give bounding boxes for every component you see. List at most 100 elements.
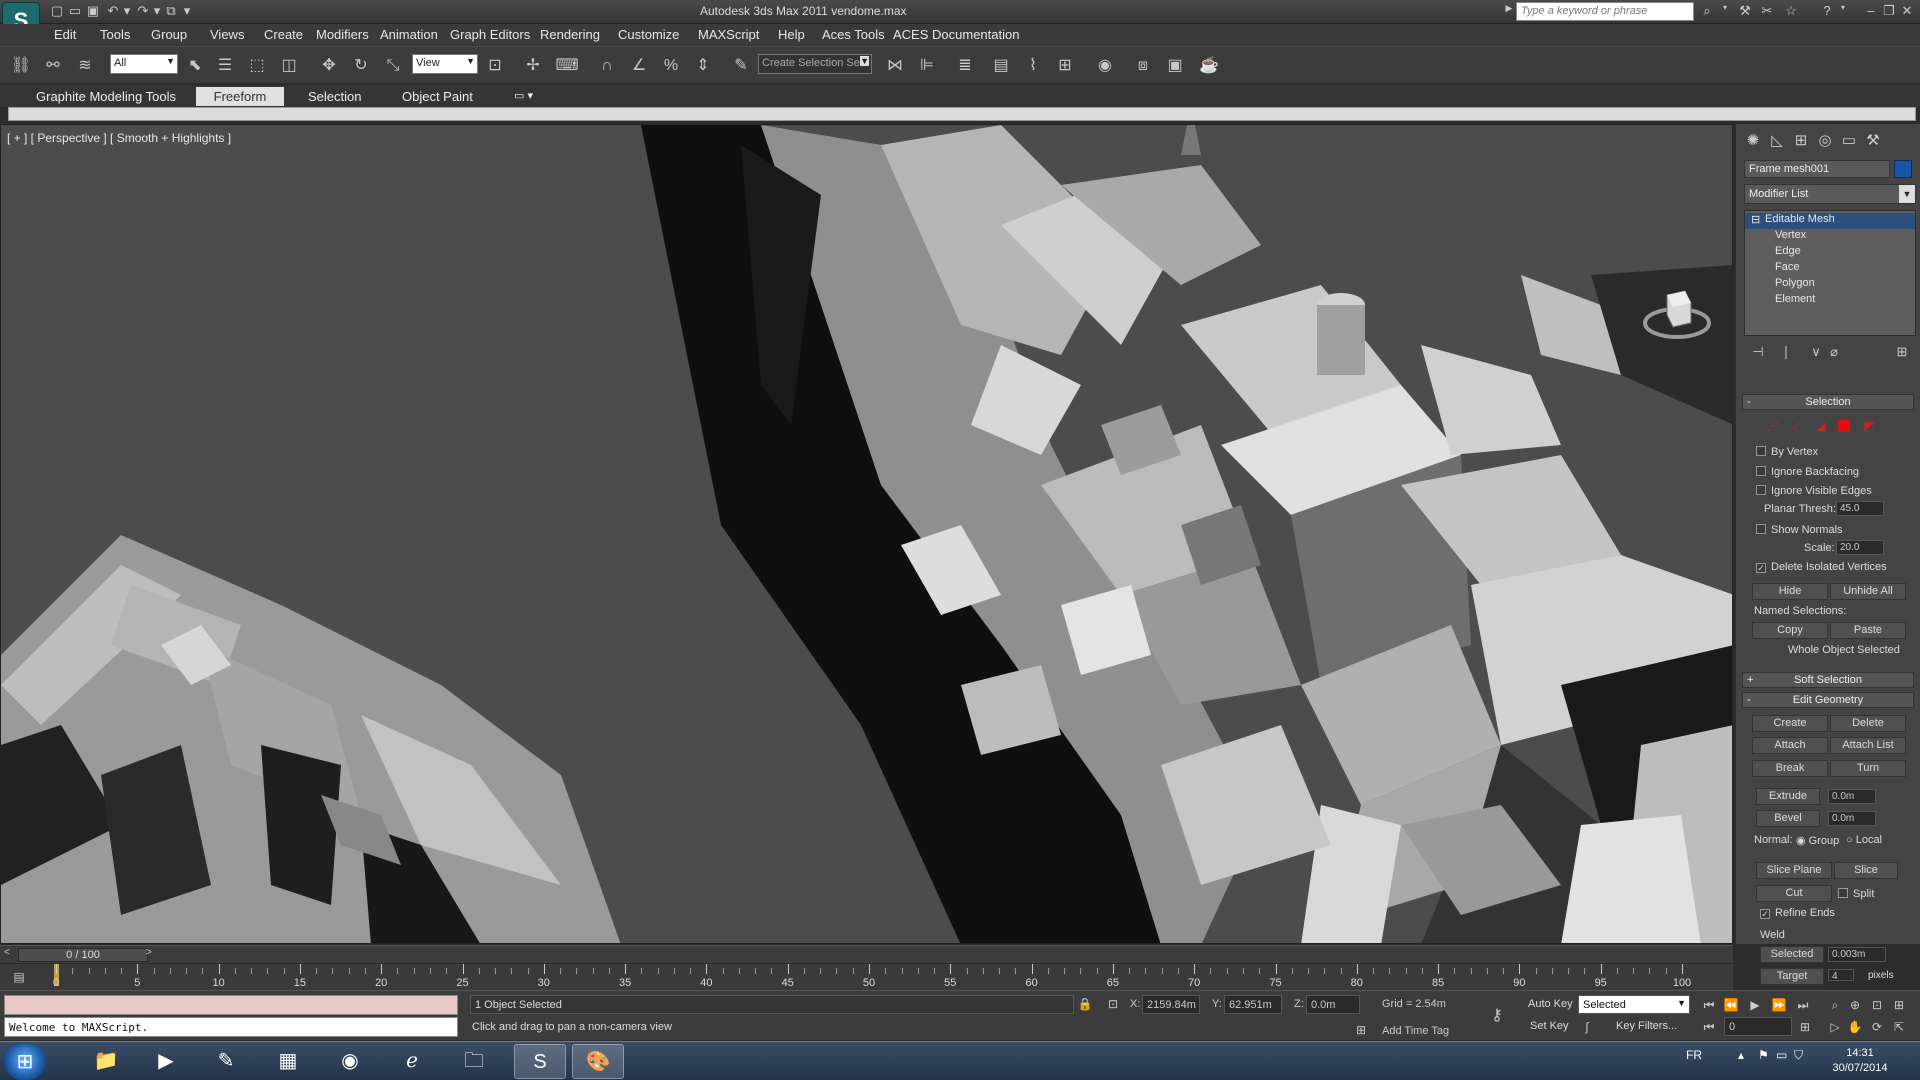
align-icon[interactable]: ⊫ [914, 53, 940, 79]
render-setup-icon[interactable]: ⧈ [1130, 53, 1156, 79]
bevel-button[interactable]: Bevel [1756, 810, 1820, 827]
current-frame-field[interactable]: 0 [1724, 1017, 1792, 1036]
bind-space-warp-icon[interactable]: ≋ [72, 53, 98, 79]
menu-tools[interactable]: Tools [100, 27, 130, 42]
taskbar-internet-explorer-icon[interactable]: ℯ [386, 1044, 438, 1079]
extrude-spinner[interactable]: 0.0m [1828, 789, 1876, 804]
attach-button[interactable]: Attach [1752, 737, 1828, 754]
new-file-icon[interactable]: ▢ [48, 3, 66, 19]
unlink-icon[interactable]: ⚯ [40, 53, 66, 79]
object-color-swatch[interactable] [1894, 160, 1912, 178]
absolute-mode-icon[interactable]: ⊡ [1104, 995, 1122, 1013]
menu-rendering[interactable]: Rendering [540, 27, 600, 42]
z-coord-field[interactable]: 0.0m [1306, 995, 1360, 1014]
maximize-viewport-icon[interactable]: ⇱ [1890, 1018, 1908, 1036]
edit-named-selection-icon[interactable]: ✎ [728, 53, 754, 79]
select-and-rotate-icon[interactable]: ↻ [348, 53, 374, 79]
tray-network-icon[interactable]: ▭ [1776, 1048, 1787, 1062]
menu-graph-editors[interactable]: Graph Editors [450, 27, 530, 42]
hierarchy-tab-icon[interactable]: ⊞ [1790, 130, 1812, 152]
material-editor-icon[interactable]: ◉ [1092, 53, 1118, 79]
remove-modifier-icon[interactable]: ⌀ [1824, 344, 1844, 362]
selection-rollout-header[interactable]: - Selection [1742, 394, 1914, 410]
paste-button[interactable]: Paste [1830, 622, 1906, 639]
menu-views[interactable]: Views [210, 27, 244, 42]
rendered-frame-window-icon[interactable]: ▣ [1162, 53, 1188, 79]
soft-selection-rollout-header[interactable]: + Soft Selection [1742, 672, 1914, 688]
stack-item-element[interactable]: Element [1745, 293, 1915, 309]
show-normals-checkbox[interactable]: Show Normals [1756, 524, 1843, 536]
local-radio[interactable]: ○ Local [1846, 834, 1882, 846]
maxscript-listener-input[interactable] [4, 995, 458, 1015]
weld-selected-button[interactable]: Selected [1760, 946, 1824, 963]
key-filters-button[interactable]: Key Filters... [1612, 1017, 1681, 1036]
maxscript-output[interactable]: Welcome to MAXScript. [4, 1017, 458, 1037]
slice-button[interactable]: Slice [1834, 862, 1898, 879]
modify-tab-icon[interactable]: ◺ [1766, 130, 1788, 152]
close-icon[interactable]: ✕ [1898, 3, 1916, 20]
cut-button[interactable]: Cut [1756, 885, 1832, 902]
make-unique-icon[interactable]: ∨ [1806, 344, 1826, 362]
refine-ends-checkbox[interactable]: ✓ Refine Ends [1760, 907, 1835, 919]
time-tag-icon[interactable]: ⊞ [1352, 1021, 1370, 1039]
planar-thresh-spinner[interactable]: 45.0 [1836, 501, 1884, 516]
break-button[interactable]: Break [1752, 760, 1828, 777]
element-mode-icon[interactable]: ◩ [1862, 419, 1876, 433]
percent-snap-icon[interactable]: % [658, 53, 684, 79]
split-checkbox[interactable]: Split [1838, 888, 1874, 900]
taskbar-folder-icon[interactable]: 🗀 [448, 1044, 500, 1079]
pin-stack-icon[interactable]: ⊣ [1748, 344, 1768, 362]
binoculars-dropdown-icon[interactable]: ▾ [1716, 3, 1734, 20]
spinner-snap-icon[interactable]: ⇕ [690, 53, 716, 79]
stack-item-editable-mesh[interactable]: ⊟ Editable Mesh [1745, 213, 1915, 229]
language-indicator[interactable]: FR [1686, 1048, 1702, 1062]
stack-item-vertex[interactable]: Vertex [1745, 229, 1915, 245]
unhide-all-button[interactable]: Unhide All [1830, 583, 1906, 600]
zoom-all-icon[interactable]: ⊕ [1846, 996, 1864, 1014]
menu-help[interactable]: Help [778, 27, 805, 42]
extrude-button[interactable]: Extrude [1756, 788, 1820, 805]
select-and-scale-icon[interactable]: ⤡ [380, 53, 406, 79]
pan-view-icon[interactable]: ✋ [1846, 1018, 1864, 1036]
modifier-list-select[interactable]: Modifier List ▼ [1744, 184, 1916, 204]
help-dropdown-icon[interactable]: ▾ [1834, 3, 1852, 20]
utilities-tab-icon[interactable]: ⚒ [1862, 130, 1884, 152]
search-input[interactable]: Type a keyword or phrase [1516, 2, 1694, 21]
pivot-center-icon[interactable]: ⊡ [482, 53, 508, 79]
delete-isolated-checkbox[interactable]: ✓ Delete Isolated Vertices [1756, 561, 1887, 573]
stack-item-edge[interactable]: Edge [1745, 245, 1915, 261]
minimize-icon[interactable]: – [1862, 3, 1880, 20]
select-and-link-icon[interactable]: ⛓ [8, 53, 34, 79]
weld-target-button[interactable]: Target [1760, 968, 1824, 985]
taskbar-chrome-icon[interactable]: ◉ [324, 1044, 376, 1079]
go-to-start-icon[interactable]: ⏮ [1700, 996, 1718, 1014]
play-icon[interactable]: ▶ [1746, 996, 1764, 1014]
menu-aces-documentation[interactable]: ACES Documentation [893, 27, 1019, 42]
menu-edit[interactable]: Edit [54, 27, 76, 42]
y-coord-field[interactable]: 62.951m [1224, 995, 1282, 1014]
by-vertex-checkbox[interactable]: By Vertex [1756, 446, 1818, 458]
menu-maxscript[interactable]: MAXScript [698, 27, 759, 42]
render-production-icon[interactable]: ☕ [1196, 53, 1222, 79]
menu-customize[interactable]: Customize [618, 27, 679, 42]
face-mode-icon[interactable]: ◢ [1814, 419, 1828, 433]
auto-key-button[interactable]: Auto Key [1524, 995, 1577, 1014]
tab-graphite-modeling-tools[interactable]: Graphite Modeling Tools [28, 87, 184, 106]
taskbar-3dsmax-icon[interactable]: S [514, 1044, 566, 1079]
viewport-label[interactable]: [ + ] [ Perspective ] [ Smooth + Highlig… [7, 131, 231, 145]
open-mini-curve-editor-icon[interactable]: ▤ [10, 968, 28, 986]
taskbar-explorer-icon[interactable]: 📁 [80, 1044, 132, 1079]
add-time-tag-button[interactable]: Add Time Tag [1382, 1025, 1449, 1037]
set-key-button[interactable]: Set Key [1526, 1017, 1573, 1036]
curve-editor-icon[interactable]: ⌇ [1020, 53, 1046, 79]
menu-group[interactable]: Group [151, 27, 187, 42]
set-key-icon[interactable]: ⚷ [1488, 1007, 1506, 1025]
layer-manager-icon[interactable]: ≣ [952, 53, 978, 79]
select-by-name-icon[interactable]: ☰ [212, 53, 238, 79]
edit-geometry-rollout-header[interactable]: - Edit Geometry [1742, 692, 1914, 708]
window-crossing-icon[interactable]: ◫ [276, 53, 302, 79]
selection-lock-icon[interactable]: 🔒 [1076, 995, 1094, 1013]
group-radio[interactable]: ◉ Group [1796, 834, 1839, 847]
snaps-toggle-icon[interactable]: ∩ [594, 53, 620, 79]
slice-plane-button[interactable]: Slice Plane [1756, 862, 1832, 879]
